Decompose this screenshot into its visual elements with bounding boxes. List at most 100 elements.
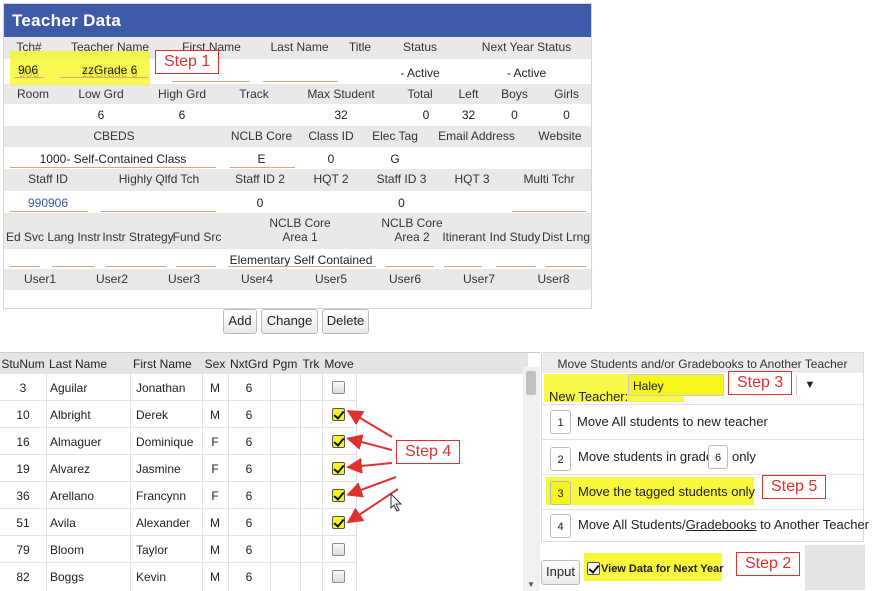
label-hqt-2: HQT 2 xyxy=(313,172,349,186)
gradebooks-link[interactable]: Gradebooks xyxy=(686,517,757,532)
col-sex[interactable]: Sex xyxy=(202,357,228,371)
stunum-cell: 3 xyxy=(19,381,27,395)
option-4-label[interactable]: Move All Students/Gradebooks to Another … xyxy=(578,517,869,532)
low-grd-field[interactable]: 6 xyxy=(72,108,130,122)
step5-label: Step 5 xyxy=(762,475,827,499)
new-teacher-value: Haley xyxy=(633,379,664,393)
col-pgm[interactable]: Pgm xyxy=(270,357,300,371)
table-row[interactable]: 51 Avila Alexander M 6 xyxy=(0,509,356,536)
label-hqt-3: HQT 3 xyxy=(454,172,490,186)
boys-field: 0 xyxy=(511,108,518,122)
class-id-field[interactable]: 0 xyxy=(301,152,361,166)
col-move[interactable]: Move xyxy=(322,357,356,371)
input-button[interactable]: Input xyxy=(541,560,580,585)
option-move-gradebooks[interactable]: 4 Move All Students/Gradebooks to Anothe… xyxy=(542,509,869,542)
first-name-cell: Derek xyxy=(136,408,169,422)
table-row[interactable]: 82 Boggs Kevin M 6 xyxy=(0,563,356,590)
grade-input[interactable]: 6 xyxy=(708,445,728,469)
cbeds-field[interactable]: 1000- Self-Contained Class xyxy=(10,152,216,166)
staff-id-2-field[interactable]: 0 xyxy=(226,196,294,210)
label-high-grd: High Grd xyxy=(157,87,207,101)
high-grd-field[interactable]: 6 xyxy=(152,108,212,122)
stunum-cell: 16 xyxy=(16,435,30,449)
option-2-button[interactable]: 2 xyxy=(550,447,571,471)
row5-values: Elementary Self Contained xyxy=(4,249,591,269)
table-row[interactable]: 36 Arellano Francynn F 6 xyxy=(0,482,356,509)
label-itinerant: Itinerant xyxy=(442,230,486,244)
first-name-cell: Jonathan xyxy=(136,381,186,395)
col-last-name[interactable]: Last Name xyxy=(46,357,130,371)
option-1-button[interactable]: 1 xyxy=(550,410,571,434)
label-title: Title xyxy=(348,40,372,54)
chevron-down-icon[interactable]: ▼ xyxy=(796,375,823,395)
last-name-cell: Aguilar xyxy=(50,381,88,395)
status-field[interactable]: - Active xyxy=(382,66,458,80)
col-trk[interactable]: Trk xyxy=(300,357,322,371)
label-user7: User7 xyxy=(462,272,495,286)
staff-id-field[interactable]: 990906 xyxy=(4,196,92,210)
label-website: Website xyxy=(538,129,582,143)
label-multi-tchr: Multi Tchr xyxy=(523,172,575,186)
delete-button[interactable]: Delete xyxy=(322,309,369,334)
change-button[interactable]: Change xyxy=(261,309,318,334)
label-total: Total xyxy=(407,87,433,101)
move-checkbox[interactable] xyxy=(332,381,345,394)
option-2-label[interactable]: Move students in grade xyxy=(578,449,713,464)
col-stunum[interactable]: StuNum xyxy=(0,357,46,371)
label-user3: User3 xyxy=(167,272,200,286)
label-fund-src: Fund Src xyxy=(172,230,222,244)
max-student-field[interactable]: 32 xyxy=(298,108,384,122)
nclb-core-area-1-field[interactable]: Elementary Self Contained xyxy=(226,253,376,267)
label-nclb-core: NCLB Core xyxy=(230,129,293,143)
sex-cell: F xyxy=(211,462,219,476)
row6-labels: User1 User2 User3 User4 User5 User6 User… xyxy=(4,269,591,290)
elec-tag-field[interactable]: G xyxy=(364,152,426,166)
option-3-label[interactable]: Move the tagged students only xyxy=(578,484,755,499)
label-room: Room xyxy=(16,87,49,101)
table-scrollbar[interactable]: ▼ xyxy=(523,367,540,591)
nclb-core-field[interactable]: E xyxy=(229,152,294,166)
scrollbar-thumb[interactable] xyxy=(526,371,536,395)
new-teacher-select[interactable]: Haley ▼ xyxy=(628,374,823,396)
label-class-id: Class ID xyxy=(308,129,354,143)
next-year-status-field[interactable]: - Active xyxy=(464,66,589,80)
move-checkbox[interactable] xyxy=(332,543,345,556)
option-3-button[interactable]: 3 xyxy=(550,481,571,505)
first-name-cell: Alexander xyxy=(136,516,191,530)
add-button[interactable]: Add xyxy=(223,309,257,334)
step4-label: Step 4 xyxy=(396,440,461,464)
grade-cell: 6 xyxy=(245,543,253,557)
option-4-suffix: to Another Teacher xyxy=(756,517,870,532)
col-first-name[interactable]: First Name xyxy=(130,357,202,371)
last-name-cell: Alvarez xyxy=(50,462,91,476)
label-last-name: Last Name xyxy=(270,40,329,54)
label-cbeds: CBEDS xyxy=(93,129,135,143)
label-track: Track xyxy=(239,87,269,101)
table-row[interactable]: 3 Aguilar Jonathan M 6 xyxy=(0,374,356,401)
row2-values: 6 6 32 0 32 0 0 xyxy=(4,104,591,126)
option-1-label[interactable]: Move All students to new teacher xyxy=(577,414,768,429)
label-low-grd: Low Grd xyxy=(78,87,124,101)
scroll-down-icon[interactable]: ▼ xyxy=(527,580,535,589)
option-move-all[interactable]: 1 Move All students to new teacher xyxy=(542,404,863,438)
last-name-cell: Almaguer xyxy=(50,435,102,449)
option-move-grade[interactable]: 2 Move students in grade 6 only xyxy=(542,439,863,473)
students-header: StuNum Last Name First Name Sex NxtGrd P… xyxy=(0,353,528,374)
first-name-cell: Jasmine xyxy=(136,462,181,476)
table-row[interactable]: 79 Bloom Taylor M 6 xyxy=(0,536,356,563)
last-name-cell: Arellano xyxy=(50,489,95,503)
row4-values: 990906 0 0 xyxy=(4,191,591,213)
table-row[interactable]: 10 Albright Derek M 6 xyxy=(0,401,356,428)
step4-arrows-icon xyxy=(346,409,399,524)
staff-id-3-field[interactable]: 0 xyxy=(364,196,439,210)
move-checkbox[interactable] xyxy=(332,570,345,583)
label-user1: User1 xyxy=(23,272,56,286)
table-row[interactable]: 16 Almaguer Dominique F 6 xyxy=(0,428,356,455)
view-next-year-checkbox[interactable] xyxy=(587,562,600,575)
label-next-year-status: Next Year Status xyxy=(481,40,572,54)
view-next-year-label[interactable]: View Data for Next Year xyxy=(601,563,724,575)
option-4-button[interactable]: 4 xyxy=(550,514,571,538)
col-nxtgrd[interactable]: NxtGrd xyxy=(228,357,270,371)
table-row[interactable]: 19 Alvarez Jasmine F 6 xyxy=(0,455,356,482)
teacher-data-panel: Teacher Data Tch# Teacher Name First Nam… xyxy=(3,3,592,309)
